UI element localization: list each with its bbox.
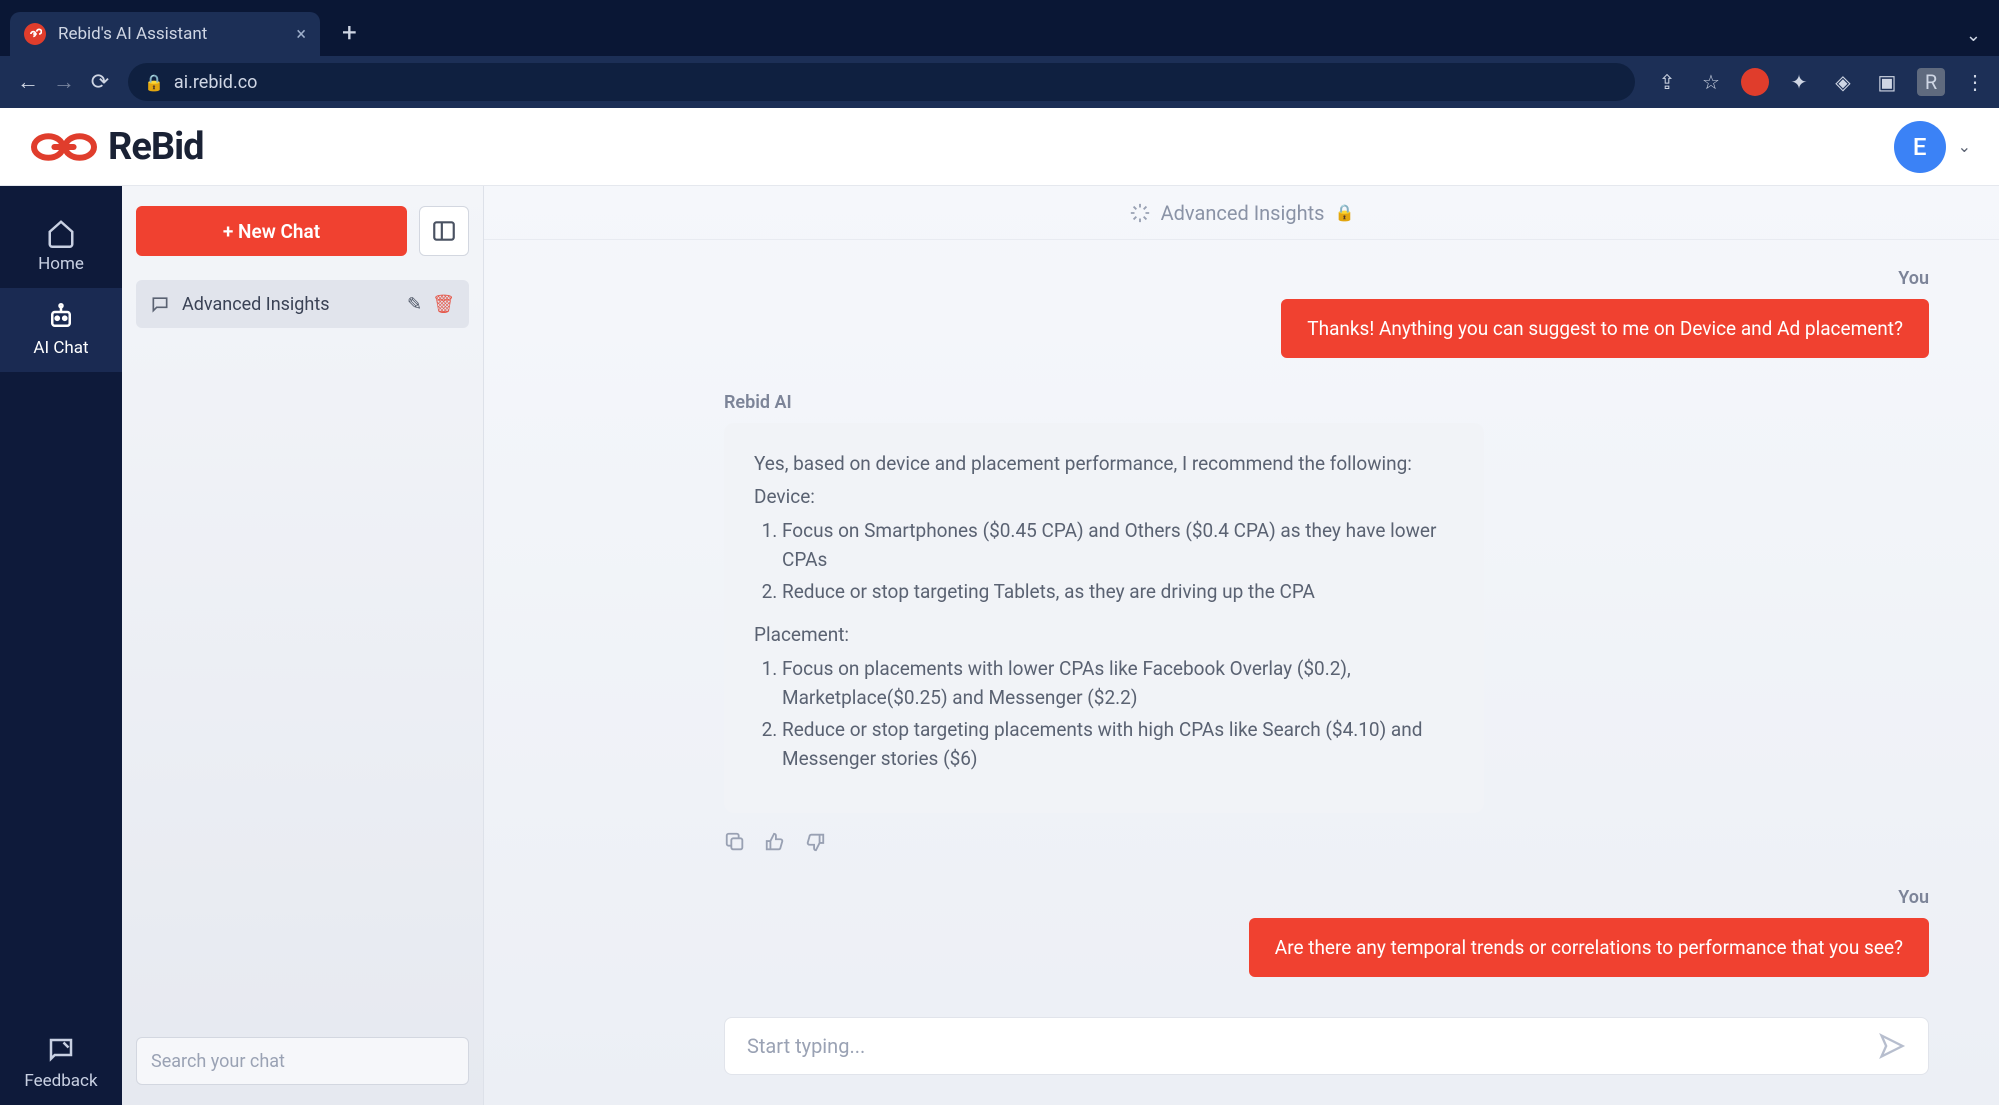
- tab-favicon: [24, 23, 46, 45]
- share-icon[interactable]: ⇪: [1653, 68, 1681, 96]
- nav-feedback[interactable]: Feedback: [0, 1021, 122, 1105]
- robot-icon: [46, 302, 76, 332]
- brand-name: ReBid: [108, 125, 204, 169]
- browser-tab-strip: Rebid's AI Assistant × + ⌄: [0, 0, 1999, 56]
- chat-bubble-icon: [150, 294, 170, 314]
- nav-ai-chat[interactable]: AI Chat: [0, 288, 122, 372]
- url-text: ai.rebid.co: [174, 72, 257, 93]
- ai-message: Yes, based on device and placement perfo…: [724, 423, 1484, 813]
- copy-icon[interactable]: [724, 831, 746, 853]
- placement-point-2: Reduce or stop targeting placements with…: [782, 715, 1454, 774]
- new-tab-button[interactable]: +: [342, 18, 357, 48]
- feedback-icon: [46, 1035, 76, 1065]
- thumbs-down-icon[interactable]: [804, 831, 826, 853]
- composer-box[interactable]: [724, 1017, 1929, 1075]
- device-point-1: Focus on Smartphones ($0.45 CPA) and Oth…: [782, 516, 1454, 575]
- sender-label-ai: Rebid AI: [724, 392, 1929, 413]
- edit-chat-icon[interactable]: ✎: [407, 294, 422, 315]
- user-message: Thanks! Anything you can suggest to me o…: [1281, 299, 1929, 358]
- user-message: Are there any temporal trends or correla…: [1249, 918, 1929, 977]
- chat-history-title: Advanced Insights: [182, 294, 330, 315]
- home-icon: [46, 218, 76, 248]
- device-heading: Device:: [754, 482, 1454, 511]
- extensions-puzzle-icon[interactable]: ✦: [1785, 68, 1813, 96]
- sender-label-you: You: [724, 887, 1929, 908]
- profile-badge[interactable]: R: [1917, 68, 1945, 96]
- user-menu-caret-icon[interactable]: ⌄: [1958, 137, 1971, 156]
- tag-icon[interactable]: ◈: [1829, 68, 1857, 96]
- title-lock-icon: 🔒: [1334, 203, 1354, 222]
- new-chat-button[interactable]: + New Chat: [136, 206, 407, 256]
- browser-tab[interactable]: Rebid's AI Assistant ×: [10, 12, 320, 56]
- user-avatar[interactable]: E: [1894, 121, 1946, 173]
- collapse-sidebar-button[interactable]: [419, 206, 469, 256]
- send-button[interactable]: [1878, 1032, 1906, 1060]
- placement-heading: Placement:: [754, 620, 1454, 649]
- message-input[interactable]: [747, 1034, 1878, 1058]
- delete-chat-icon[interactable]: 🗑: [432, 294, 455, 315]
- send-icon: [1878, 1032, 1906, 1060]
- tab-close-icon[interactable]: ×: [296, 24, 306, 45]
- search-chat-input[interactable]: [136, 1037, 469, 1085]
- bookmark-star-icon[interactable]: ☆: [1697, 68, 1725, 96]
- thumbs-up-icon[interactable]: [764, 831, 786, 853]
- tabs-dropdown-icon[interactable]: ⌄: [1966, 25, 1981, 46]
- placement-point-1: Focus on placements with lower CPAs like…: [782, 654, 1454, 713]
- composer: [484, 1017, 1999, 1105]
- ai-intro: Yes, based on device and placement perfo…: [754, 449, 1454, 478]
- nav-home[interactable]: Home: [0, 204, 122, 288]
- brand-logo[interactable]: ReBid: [28, 125, 204, 169]
- sender-label-you: You: [724, 268, 1929, 289]
- panel-icon: [431, 218, 457, 244]
- device-point-2: Reduce or stop targeting Tablets, as the…: [782, 577, 1454, 606]
- chat-main: Advanced Insights 🔒 You Thanks! Anything…: [484, 186, 1999, 1105]
- nav-ai-chat-label: AI Chat: [33, 338, 88, 358]
- message-list[interactable]: You Thanks! Anything you can suggest to …: [484, 240, 1999, 1017]
- nav-home-label: Home: [38, 254, 84, 274]
- nav-rail: Home AI Chat Feedback: [0, 186, 122, 1105]
- rebid-extension-icon[interactable]: [1741, 68, 1769, 96]
- chat-sidebar: + New Chat Advanced Insights ✎ 🗑: [122, 186, 484, 1105]
- forward-button[interactable]: →: [46, 64, 82, 100]
- ai-message-actions: [724, 831, 1929, 853]
- chat-title-bar: Advanced Insights 🔒: [484, 186, 1999, 240]
- chain-link-icon: [28, 129, 100, 165]
- kebab-menu-icon[interactable]: ⋮: [1961, 68, 1989, 96]
- reload-button[interactable]: ⟳: [82, 64, 118, 100]
- tab-title: Rebid's AI Assistant: [58, 24, 207, 44]
- browser-toolbar: ← → ⟳ 🔒 ai.rebid.co ⇪ ☆ ✦ ◈ ▣ R ⋮: [0, 56, 1999, 108]
- app-header: ReBid E ⌄: [0, 108, 1999, 186]
- nav-feedback-label: Feedback: [24, 1071, 97, 1091]
- side-panel-icon[interactable]: ▣: [1873, 68, 1901, 96]
- address-bar[interactable]: 🔒 ai.rebid.co: [128, 63, 1635, 101]
- lock-icon: 🔒: [144, 73, 164, 92]
- sparkle-icon: [1129, 202, 1151, 224]
- chat-history-item[interactable]: Advanced Insights ✎ 🗑: [136, 280, 469, 328]
- chat-title-text: Advanced Insights: [1161, 201, 1325, 225]
- back-button[interactable]: ←: [10, 64, 46, 100]
